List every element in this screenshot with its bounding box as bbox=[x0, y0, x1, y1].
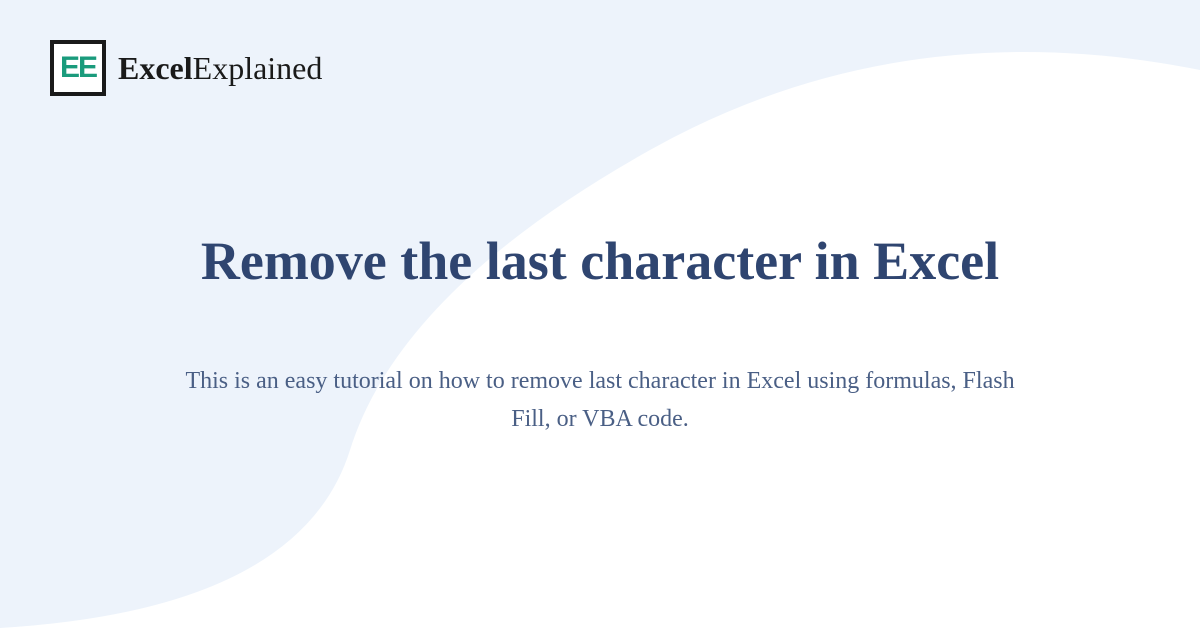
logo-brand-bold: Excel bbox=[118, 50, 193, 86]
page-subtitle: This is an easy tutorial on how to remov… bbox=[175, 362, 1025, 439]
logo-icon-text: EE bbox=[60, 51, 96, 85]
logo-text: ExcelExplained bbox=[118, 50, 322, 87]
logo-brand-regular: Explained bbox=[193, 50, 323, 86]
page-title: Remove the last character in Excel bbox=[201, 230, 999, 292]
logo: EE ExcelExplained bbox=[50, 40, 322, 96]
logo-icon: EE bbox=[50, 40, 106, 96]
